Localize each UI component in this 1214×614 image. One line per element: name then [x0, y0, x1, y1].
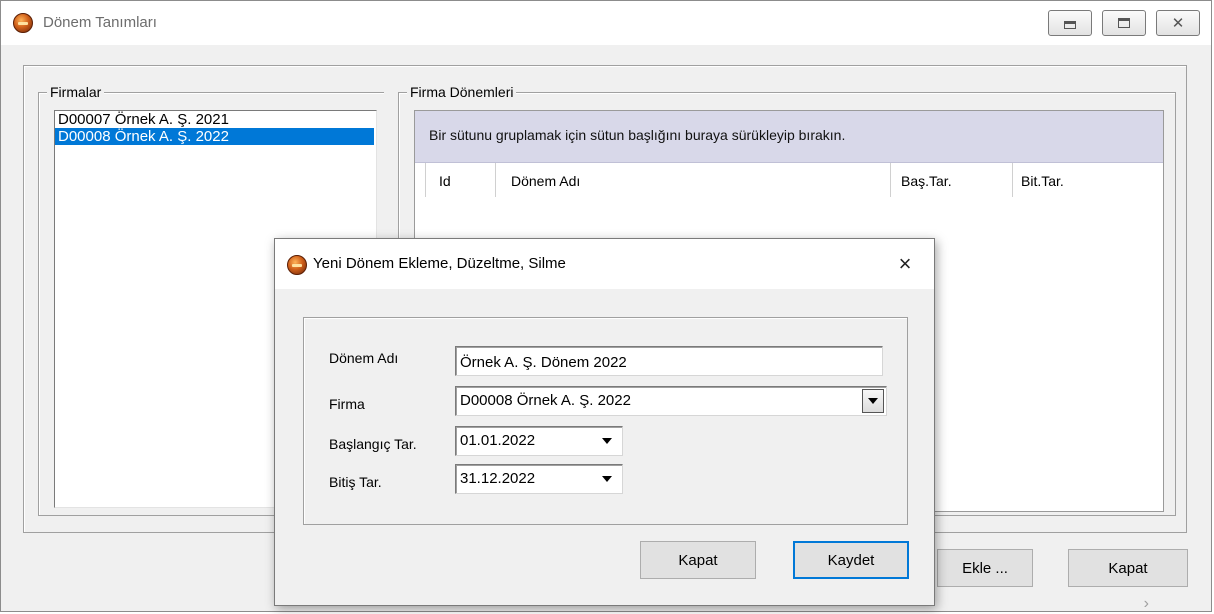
- firma-donemleri-legend: Firma Dönemleri: [407, 83, 517, 101]
- column-header-bit-tar[interactable]: Bit.Tar.: [1021, 173, 1064, 189]
- group-by-panel[interactable]: Bir sütunu gruplamak için sütun başlığın…: [415, 111, 1163, 163]
- baslangic-date-picker[interactable]: 01.01.2022: [455, 426, 623, 456]
- chevron-down-icon[interactable]: [862, 389, 884, 413]
- dialog-title: Yeni Dönem Ekleme, Düzeltme, Silme: [313, 255, 566, 272]
- column-separator: [425, 163, 426, 197]
- column-header-id[interactable]: Id: [439, 173, 451, 189]
- donem-adi-input[interactable]: [455, 346, 883, 376]
- chevron-down-icon[interactable]: [596, 467, 618, 491]
- maximize-button[interactable]: [1102, 10, 1146, 36]
- bitis-date-picker[interactable]: 31.12.2022: [455, 464, 623, 494]
- firma-list-item[interactable]: D00007 Örnek A. Ş. 2021: [55, 111, 374, 128]
- dialog-close-button[interactable]: Kapat: [640, 541, 756, 579]
- scroll-right-icon[interactable]: ›: [1144, 595, 1149, 613]
- donem-adi-label: Dönem Adı: [329, 350, 399, 366]
- column-separator: [890, 163, 891, 197]
- dialog-close-icon[interactable]: ×: [890, 249, 920, 279]
- column-separator: [1012, 163, 1013, 197]
- bitis-value: 31.12.2022: [460, 470, 536, 487]
- firmalar-legend: Firmalar: [47, 83, 105, 101]
- dialog-form-group: Dönem Adı Firma D00008 Örnek A. Ş. 2022 …: [303, 317, 908, 525]
- baslangic-value: 01.01.2022: [460, 432, 536, 449]
- column-separator: [495, 163, 496, 197]
- firma-list-item[interactable]: D00008 Örnek A. Ş. 2022: [55, 128, 374, 145]
- add-button[interactable]: Ekle ...: [937, 549, 1033, 587]
- window-title: Dönem Tanımları: [43, 14, 157, 31]
- dialog-titlebar[interactable]: Yeni Dönem Ekleme, Düzeltme, Silme ×: [275, 239, 934, 289]
- column-header-bas-tar[interactable]: Baş.Tar.: [901, 173, 952, 189]
- minimize-button[interactable]: [1048, 10, 1092, 36]
- donem-dialog: Yeni Dönem Ekleme, Düzeltme, Silme × Dön…: [274, 238, 935, 606]
- firma-label: Firma: [329, 396, 365, 412]
- group-by-hint: Bir sütunu gruplamak için sütun başlığın…: [429, 127, 846, 143]
- baslangic-label: Başlangıç Tar.: [329, 436, 417, 452]
- chevron-down-icon[interactable]: [596, 429, 618, 453]
- close-window-button[interactable]: ✕: [1156, 10, 1200, 36]
- dialog-save-button[interactable]: Kaydet: [793, 541, 909, 579]
- firma-select-value: D00008 Örnek A. Ş. 2022: [460, 392, 631, 409]
- main-titlebar[interactable]: Dönem Tanımları ✕: [1, 1, 1211, 45]
- dialog-logo-icon: [287, 255, 307, 275]
- app-logo-icon: [13, 13, 33, 33]
- column-header-donem-adi[interactable]: Dönem Adı: [511, 173, 580, 189]
- maximize-icon: [1118, 18, 1130, 28]
- firma-select[interactable]: D00008 Örnek A. Ş. 2022: [455, 386, 887, 416]
- main-close-button[interactable]: Kapat: [1068, 549, 1188, 587]
- close-icon: ✕: [1171, 14, 1185, 32]
- bitis-label: Bitiş Tar.: [329, 474, 382, 490]
- minimize-icon: [1064, 21, 1076, 29]
